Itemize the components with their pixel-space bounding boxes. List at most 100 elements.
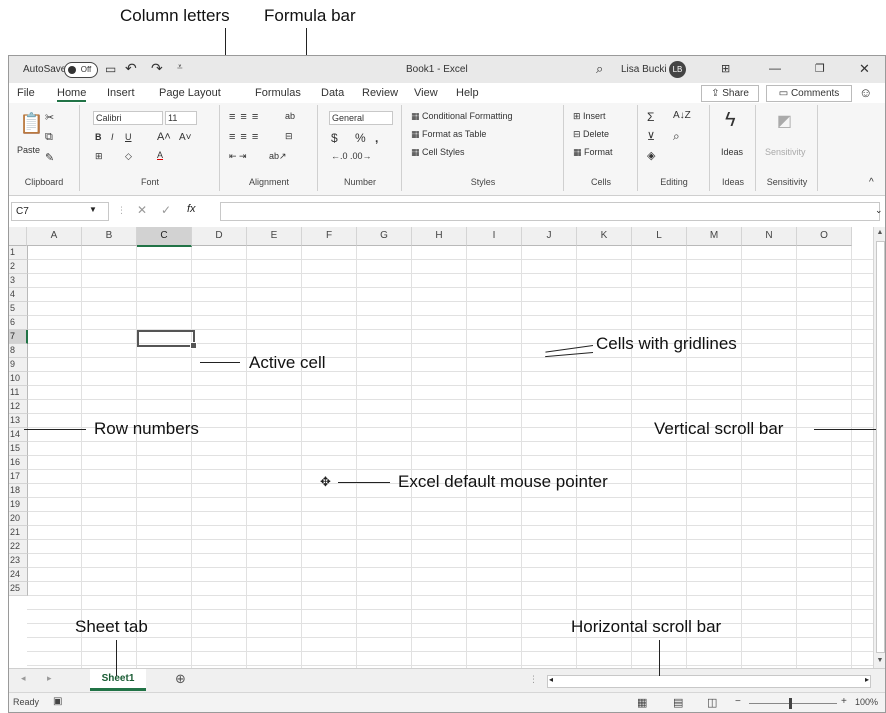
decimal-icons[interactable]: ←.0 .00→ <box>331 151 372 161</box>
row-header-1[interactable]: 1 <box>9 246 28 260</box>
normal-view-icon[interactable]: ▦ <box>637 696 647 709</box>
formula-input[interactable] <box>220 202 880 221</box>
font-color-icon[interactable]: A <box>157 150 163 160</box>
insert-cells-button[interactable]: ⊞ Insert <box>573 111 606 122</box>
name-box-dropdown-icon[interactable]: ▼ <box>89 205 97 214</box>
format-cells-button[interactable]: ▦ Format <box>573 147 613 158</box>
cell-styles-button[interactable]: ▦ Cell Styles <box>411 147 465 158</box>
borders-icon[interactable]: ⊞ <box>95 151 103 162</box>
zoom-in-icon[interactable]: + <box>841 696 847 707</box>
row-header-9[interactable]: 9 <box>9 358 28 372</box>
comments-button[interactable]: ▭ Comments <box>766 85 852 102</box>
column-header-n[interactable]: N <box>742 227 797 246</box>
macro-icon[interactable]: ▣ <box>53 696 62 707</box>
row-header-25[interactable]: 25 <box>9 582 28 596</box>
percent-icon[interactable]: % <box>355 131 366 145</box>
paste-icon[interactable]: 📋 <box>19 111 44 136</box>
row-header-21[interactable]: 21 <box>9 526 28 540</box>
prev-sheet-icon[interactable]: ◂ <box>21 673 26 684</box>
row-header-12[interactable]: 12 <box>9 400 28 414</box>
row-header-6[interactable]: 6 <box>9 316 28 330</box>
row-header-19[interactable]: 19 <box>9 498 28 512</box>
vertical-align-icons[interactable]: ≡≡≡ <box>229 111 263 123</box>
row-header-14[interactable]: 14 <box>9 428 28 442</box>
row-header-20[interactable]: 20 <box>9 512 28 526</box>
merge-center-icon[interactable]: ⊟ <box>285 131 293 142</box>
close-icon[interactable]: ✕ <box>859 61 870 77</box>
active-cell[interactable] <box>137 330 197 349</box>
column-header-a[interactable]: A <box>27 227 82 246</box>
column-header-f[interactable]: F <box>302 227 357 246</box>
tab-file[interactable]: File <box>17 87 35 99</box>
row-header-3[interactable]: 3 <box>9 274 28 288</box>
underline-icon[interactable]: U <box>125 132 132 142</box>
row-header-8[interactable]: 8 <box>9 344 28 358</box>
currency-icon[interactable]: $ <box>331 131 338 145</box>
tab-review[interactable]: Review <box>362 87 398 99</box>
search-icon[interactable]: ⌕ <box>596 61 603 77</box>
increase-font-icon[interactable]: A˄ <box>157 131 171 143</box>
zoom-slider-thumb[interactable] <box>789 698 792 709</box>
ideas-button[interactable]: Ideas <box>721 147 743 157</box>
column-header-j[interactable]: J <box>522 227 577 246</box>
cut-icon[interactable]: ✂ <box>45 111 54 124</box>
sensitivity-icon[interactable]: ◩ <box>777 111 792 131</box>
new-sheet-icon[interactable]: ⊕ <box>175 671 186 687</box>
ideas-icon[interactable]: ϟ <box>725 109 736 132</box>
tab-help[interactable]: Help <box>456 87 479 99</box>
avatar[interactable]: LB <box>669 61 686 78</box>
row-header-18[interactable]: 18 <box>9 484 28 498</box>
find-select-icon[interactable]: ⌕ <box>673 129 680 144</box>
decrease-font-icon[interactable]: A˅ <box>179 132 192 143</box>
column-header-m[interactable]: M <box>687 227 742 246</box>
row-header-15[interactable]: 15 <box>9 442 28 456</box>
tab-data[interactable]: Data <box>321 87 344 99</box>
column-header-k[interactable]: K <box>577 227 632 246</box>
column-header-h[interactable]: H <box>412 227 467 246</box>
autosave-toggle[interactable]: Off <box>64 62 98 78</box>
autosum-icon[interactable]: Σ <box>647 110 654 124</box>
row-header-4[interactable]: 4 <box>9 288 28 302</box>
row-header-16[interactable]: 16 <box>9 456 28 470</box>
sensitivity-button[interactable]: Sensitivity <box>765 147 806 157</box>
row-header-24[interactable]: 24 <box>9 568 28 582</box>
save-icon[interactable]: ▭ <box>105 62 116 76</box>
horizontal-align-icons[interactable]: ≡≡≡ <box>229 131 263 143</box>
select-all-button[interactable] <box>9 227 27 246</box>
tab-splitter-icon[interactable]: ⋮ <box>529 674 538 685</box>
format-as-table-button[interactable]: ▦ Format as Table <box>411 129 486 140</box>
redo-icon[interactable]: ↷ <box>151 60 163 77</box>
italic-icon[interactable]: I <box>111 132 114 142</box>
indent-icons[interactable]: ⇤ ⇥ <box>229 151 247 162</box>
column-header-d[interactable]: D <box>192 227 247 246</box>
font-name-select[interactable]: Calibri <box>93 111 163 125</box>
column-header-e[interactable]: E <box>247 227 302 246</box>
copy-icon[interactable]: ⧉ <box>45 131 53 144</box>
conditional-formatting-button[interactable]: ▦ Conditional Formatting <box>411 111 513 122</box>
orientation-icon[interactable]: ab↗ <box>269 151 287 162</box>
tab-page-layout[interactable]: Page Layout <box>159 87 221 99</box>
row-header-13[interactable]: 13 <box>9 414 28 428</box>
sort-filter-icon[interactable]: A↓Z <box>673 110 691 121</box>
tab-view[interactable]: View <box>414 87 438 99</box>
page-layout-view-icon[interactable]: ▤ <box>673 696 683 709</box>
row-header-5[interactable]: 5 <box>9 302 28 316</box>
customize-icon[interactable]: ⩡ <box>177 62 183 73</box>
insert-function-icon[interactable]: fx <box>187 203 196 215</box>
scroll-down-icon[interactable]: ▼ <box>874 655 885 667</box>
row-header-22[interactable]: 22 <box>9 540 28 554</box>
bold-icon[interactable]: B <box>95 132 102 142</box>
wrap-text-icon[interactable]: ab <box>285 111 295 121</box>
zoom-out-icon[interactable]: − <box>735 696 741 707</box>
row-header-10[interactable]: 10 <box>9 372 28 386</box>
row-header-17[interactable]: 17 <box>9 470 28 484</box>
tab-insert[interactable]: Insert <box>107 87 135 99</box>
restore-icon[interactable]: ❐ <box>815 62 825 75</box>
vertical-scrollbar[interactable]: ▲ ▼ <box>873 227 885 668</box>
column-header-l[interactable]: L <box>632 227 687 246</box>
page-break-view-icon[interactable]: ◫ <box>707 696 717 709</box>
share-button[interactable]: ⇪ Share <box>701 85 759 102</box>
row-header-23[interactable]: 23 <box>9 554 28 568</box>
vertical-scroll-thumb[interactable] <box>876 241 885 653</box>
minimize-icon[interactable]: — <box>769 61 781 75</box>
